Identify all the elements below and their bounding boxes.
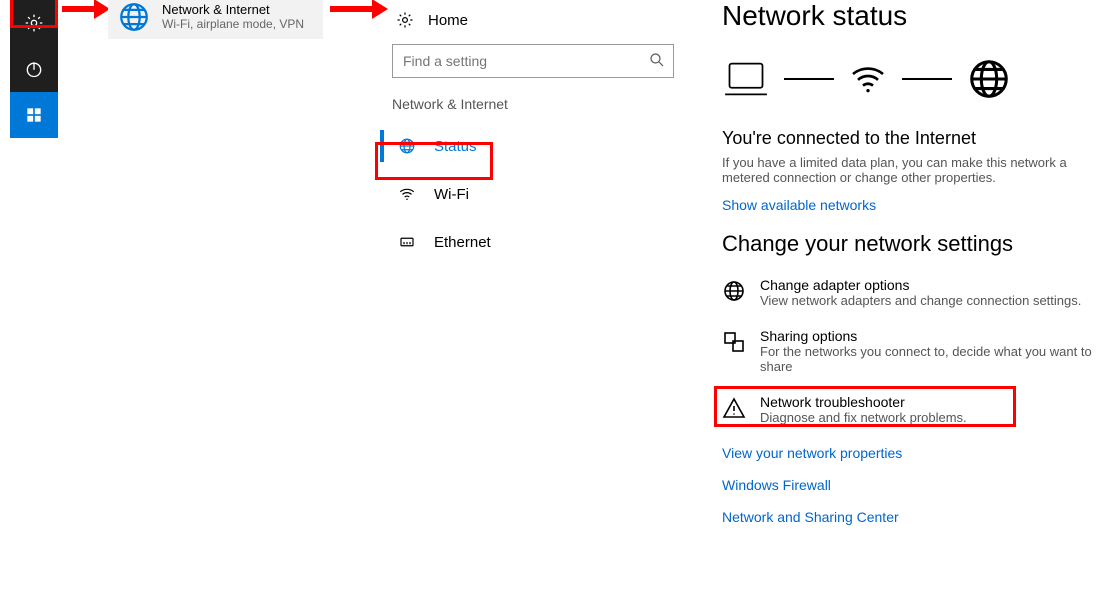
settings-tile-network[interactable]: Network & Internet Wi-Fi, airplane mode,…	[108, 0, 323, 39]
gear-icon	[24, 13, 44, 33]
nav-label: Ethernet	[434, 234, 491, 251]
taskbar-settings-button[interactable]	[10, 0, 58, 46]
globe-icon	[966, 56, 1012, 102]
tile-subtitle: Wi-Fi, airplane mode, VPN	[162, 17, 304, 31]
taskbar-start-button[interactable]	[10, 92, 58, 138]
page-title: Network status	[722, 0, 1114, 32]
option-title: Sharing options	[760, 328, 1114, 344]
nav-list: Status Wi-Fi Ethernet	[380, 122, 690, 266]
category-header: Network & Internet	[380, 96, 690, 112]
home-label: Home	[428, 12, 468, 29]
dash-icon	[784, 78, 834, 80]
search-input[interactable]	[392, 44, 674, 78]
globe-icon	[722, 279, 746, 303]
option-title: Change adapter options	[760, 277, 1081, 293]
option-adapter[interactable]: Change adapter options View network adap…	[722, 277, 1114, 308]
taskbar-power-button[interactable]	[10, 46, 58, 92]
wifi-icon	[848, 59, 888, 99]
connection-diagram	[722, 56, 1114, 102]
warning-icon	[722, 396, 746, 420]
change-heading: Change your network settings	[722, 231, 1114, 257]
arrow-2	[330, 6, 374, 12]
nav-item-ethernet[interactable]: Ethernet	[380, 218, 690, 266]
option-sub: View network adapters and change connect…	[760, 293, 1081, 308]
laptop-icon	[722, 57, 770, 101]
settings-sidebar: Home Network & Internet Status Wi-Fi Eth…	[380, 0, 690, 266]
show-networks-link[interactable]: Show available networks	[722, 197, 1114, 213]
nav-item-wifi[interactable]: Wi-Fi	[380, 170, 690, 218]
globe-icon	[116, 0, 152, 35]
option-sub: Diagnose and fix network problems.	[760, 410, 967, 425]
nav-label: Wi-Fi	[434, 186, 469, 203]
option-sub: For the networks you connect to, decide …	[760, 344, 1114, 374]
nav-item-status[interactable]: Status	[380, 122, 690, 170]
windows-icon	[24, 105, 44, 125]
main-content: Network status You're connected to the I…	[722, 0, 1114, 541]
globe-icon	[398, 137, 416, 155]
nav-label: Status	[434, 138, 477, 155]
link-firewall[interactable]: Windows Firewall	[722, 477, 1114, 493]
gear-icon	[396, 11, 414, 29]
power-icon	[24, 59, 44, 79]
option-troubleshooter[interactable]: Network troubleshooter Diagnose and fix …	[722, 394, 1114, 425]
tile-title: Network & Internet	[162, 2, 304, 17]
arrow-1	[62, 6, 96, 12]
share-icon	[722, 330, 746, 354]
connected-title: You're connected to the Internet	[722, 128, 1114, 149]
home-button[interactable]: Home	[380, 0, 690, 40]
dash-icon	[902, 78, 952, 80]
ethernet-icon	[398, 233, 416, 251]
option-sharing[interactable]: Sharing options For the networks you con…	[722, 328, 1114, 374]
taskbar	[10, 0, 58, 138]
option-title: Network troubleshooter	[760, 394, 967, 410]
wifi-icon	[398, 185, 416, 203]
connected-body: If you have a limited data plan, you can…	[722, 155, 1102, 185]
link-sharing-center[interactable]: Network and Sharing Center	[722, 509, 1114, 525]
search-icon	[648, 51, 666, 69]
links-column: View your network properties Windows Fir…	[722, 445, 1114, 525]
link-properties[interactable]: View your network properties	[722, 445, 1114, 461]
